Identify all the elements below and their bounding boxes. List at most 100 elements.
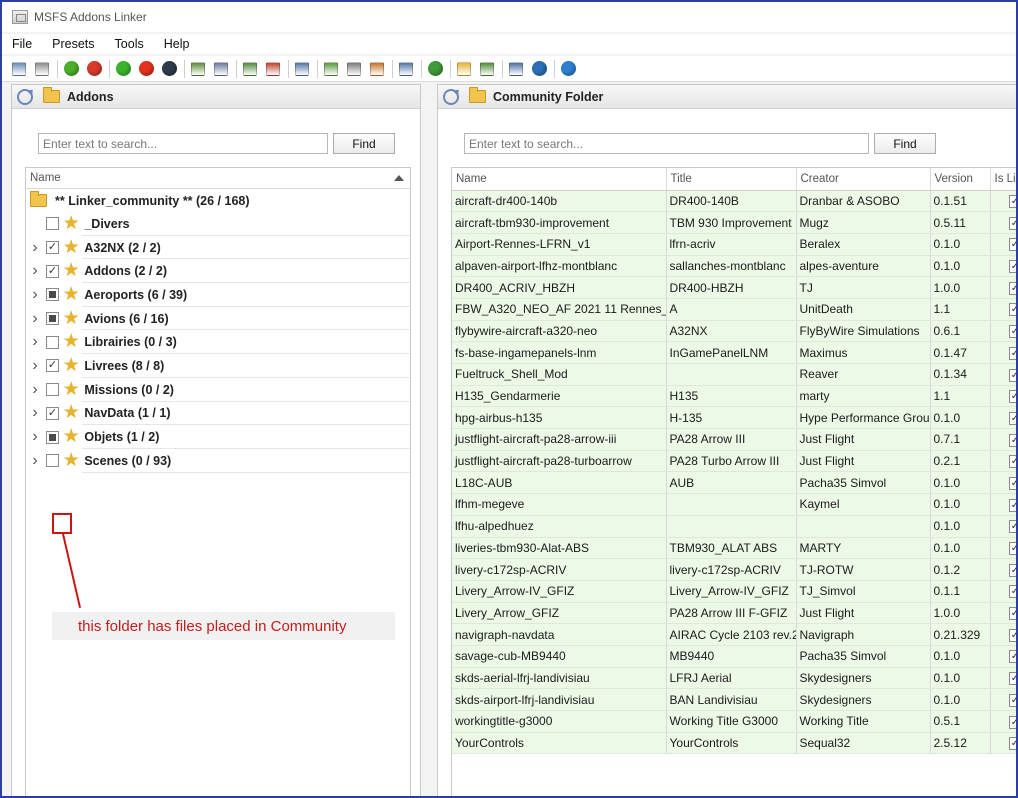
column-header-creator[interactable]: Creator xyxy=(796,168,931,191)
table-row[interactable]: Livery_Arrow_GFIZ PA28 Arrow III F-GFIZ Ju… xyxy=(452,602,1016,625)
table-row[interactable]: skds-airport-lfrj-landivisiau BAN Landivi… xyxy=(452,688,1016,711)
table-row[interactable]: justflight-aircraft-pa28-turboarrow PA28 … xyxy=(452,450,1016,473)
table-row[interactable]: L18C-AUBAUBPacha35 Simvol0.1.0 ✓ xyxy=(452,471,1016,495)
column-header-title[interactable]: Title xyxy=(666,168,797,191)
tree-item-checkbox[interactable]: ✓ xyxy=(46,264,59,278)
is-linked-checkbox[interactable]: ✓ xyxy=(1008,455,1016,469)
is-linked-checkbox[interactable]: ✓ xyxy=(1008,346,1016,360)
image-button[interactable] xyxy=(478,60,496,78)
sync-button[interactable] xyxy=(345,60,363,78)
table-row[interactable]: savage-cub-MB9440 MB9440 Pacha35 Simvol 0.1… xyxy=(452,645,1016,668)
table-row[interactable]: aircraft-tbm930-improvement TBM 930 Impro… xyxy=(452,211,1016,234)
is-linked-checkbox[interactable]: ✓ xyxy=(1008,325,1016,339)
table-row[interactable]: liveries-tbm930-Alat-ABS TBM930_ALAT ABS M… xyxy=(452,537,1016,560)
move-button[interactable] xyxy=(368,60,386,78)
is-linked-checkbox[interactable]: ✓ xyxy=(1008,498,1016,512)
is-linked-checkbox[interactable]: ✓ xyxy=(1008,628,1016,642)
tree-item-checkbox[interactable] xyxy=(46,430,59,444)
menu-help[interactable]: Help xyxy=(164,37,190,51)
tree-item-checkbox[interactable]: ✓ xyxy=(46,241,59,255)
is-linked-checkbox[interactable]: ✓ xyxy=(1008,390,1016,404)
tree-item[interactable]: › ★ Objets (1 / 2) xyxy=(26,425,410,449)
expand-chevron-icon[interactable]: › xyxy=(26,452,44,470)
is-linked-checkbox[interactable]: ✓ xyxy=(1008,476,1016,490)
table-row[interactable]: fs-base-ingamepanels-lnm InGamePanelLNM Ma… xyxy=(452,341,1016,364)
new-preset-button[interactable] xyxy=(10,60,28,78)
table-row[interactable]: hpg-airbus-h135 H-135 Hype Performance Gro… xyxy=(452,406,1016,430)
table-row[interactable]: YourControlsYourControlsSequal322.5.12✓ xyxy=(452,732,1016,755)
tree-item[interactable]: › ✓ ★ Livrees (8 / 8) xyxy=(26,354,410,378)
tree-item[interactable]: › ✓ ★ NavData (1 / 1) xyxy=(26,402,410,426)
favorite-star-icon[interactable]: ★ xyxy=(64,334,78,350)
red-circle-button[interactable] xyxy=(137,60,155,78)
favorite-star-icon[interactable]: ★ xyxy=(64,429,78,445)
add-folder-button[interactable] xyxy=(189,60,207,78)
is-linked-checkbox[interactable]: ✓ xyxy=(1008,303,1016,317)
refresh-community-icon[interactable] xyxy=(443,88,459,105)
tree-item[interactable]: › ✓ ★ Addons (2 / 2) xyxy=(26,259,410,283)
expand-chevron-icon[interactable]: › xyxy=(26,381,44,399)
expand-chevron-icon[interactable]: › xyxy=(26,310,44,328)
favorite-star-icon[interactable]: ★ xyxy=(64,405,78,421)
table-row[interactable]: flybywire-aircraft-a320-neo A32NX FlyByWir… xyxy=(452,320,1016,343)
tree-column-header[interactable]: Name xyxy=(26,168,410,189)
is-linked-checkbox[interactable]: ✓ xyxy=(1008,650,1016,664)
expand-chevron-icon[interactable]: › xyxy=(26,333,44,351)
tree-item-checkbox[interactable] xyxy=(46,217,59,231)
tree-item[interactable]: › ✓ ★ A32NX (2 / 2) xyxy=(26,236,410,260)
tree-item[interactable]: › ★ Aeroports (6 / 39) xyxy=(26,283,410,307)
expand-chevron-icon[interactable]: › xyxy=(26,404,44,422)
expand-chevron-icon[interactable]: › xyxy=(26,357,44,375)
paste-button[interactable] xyxy=(33,60,51,78)
tree-item[interactable]: › ★ Missions (0 / 2) xyxy=(26,378,410,402)
favorite-star-icon[interactable]: ★ xyxy=(64,286,78,303)
is-linked-checkbox[interactable]: ✓ xyxy=(1008,737,1016,751)
is-linked-checkbox[interactable]: ✓ xyxy=(1008,520,1016,534)
is-linked-checkbox[interactable]: ✓ xyxy=(1008,195,1016,208)
select-folder-button[interactable] xyxy=(212,60,230,78)
table-row[interactable]: workingtitle-g3000 Working Title G3000 Wor… xyxy=(452,710,1016,733)
is-linked-checkbox[interactable]: ✓ xyxy=(1008,281,1016,295)
table-row[interactable]: lfhm-megeve Kaymel0.1.0 ✓ xyxy=(452,493,1016,516)
table-row[interactable]: DR400_ACRIV_HBZHDR400-HBZHTJ1.0.0 ✓ xyxy=(452,276,1016,299)
cancel-red-button[interactable] xyxy=(85,60,103,78)
expand-chevron-icon[interactable]: › xyxy=(26,428,44,446)
tree-item-checkbox[interactable] xyxy=(46,383,59,397)
table-row[interactable]: navigraph-navdata AIRAC Cycle 2103 rev.2 N… xyxy=(452,623,1016,646)
green-circle-button[interactable] xyxy=(114,60,132,78)
is-linked-checkbox[interactable]: ✓ xyxy=(1008,542,1016,555)
is-linked-checkbox[interactable]: ✓ xyxy=(1008,672,1016,686)
table-button[interactable] xyxy=(507,60,525,78)
tree-item[interactable]: › ★ Scenes (0 / 93) xyxy=(26,449,410,473)
is-linked-checkbox[interactable]: ✓ xyxy=(1008,585,1016,599)
hierarchy-button[interactable] xyxy=(397,60,415,78)
addons-search-input[interactable] xyxy=(38,133,328,154)
is-linked-checkbox[interactable]: ✓ xyxy=(1008,216,1016,230)
tree-item-checkbox[interactable] xyxy=(46,335,59,349)
globe-button[interactable] xyxy=(530,60,548,78)
tree-item-checkbox[interactable] xyxy=(46,312,59,326)
expand-chevron-icon[interactable]: › xyxy=(26,286,44,304)
table-row[interactable]: H135_GendarmerieH135marty1.1 ✓ xyxy=(452,385,1016,408)
column-header-is-lin[interactable]: Is Lin xyxy=(990,168,1016,191)
table-row[interactable]: aircraft-dr400-140b DR400-140B Dranbar & A… xyxy=(452,190,1016,213)
is-linked-checkbox[interactable]: ✓ xyxy=(1008,368,1016,382)
tree-root[interactable]: ** Linker_community ** (26 / 168) xyxy=(26,189,410,212)
favorite-star-icon[interactable]: ★ xyxy=(64,452,78,469)
table-row[interactable]: Airport-Rennes-LFRN_v1 lfrn-acriv Beralex 0… xyxy=(452,233,1016,256)
tree-item[interactable]: › ★ Librairies (0 / 3) xyxy=(26,330,410,354)
link-remove-button[interactable] xyxy=(264,60,282,78)
community-find-button[interactable]: Find xyxy=(874,133,936,154)
menu-tools[interactable]: Tools xyxy=(115,37,144,51)
tree-item[interactable]: ★ _Divers xyxy=(26,212,410,236)
is-linked-checkbox[interactable]: ✓ xyxy=(1008,563,1016,577)
tree-item-checkbox[interactable] xyxy=(46,454,59,468)
is-linked-checkbox[interactable]: ✓ xyxy=(1008,260,1016,274)
favorite-star-icon[interactable]: ★ xyxy=(64,381,78,398)
table-row[interactable]: FBW_A320_NEO_AF 2021 11 Rennes_8K A UnitDe… xyxy=(452,298,1016,321)
is-linked-checkbox[interactable]: ✓ xyxy=(1008,715,1016,729)
tree-button[interactable] xyxy=(293,60,311,78)
table-row[interactable]: Fueltruck_Shell_Mod Reaver0.1.34 ✓ xyxy=(452,363,1016,386)
addons-find-button[interactable]: Find xyxy=(333,133,395,154)
tree-item-checkbox[interactable]: ✓ xyxy=(46,406,59,420)
